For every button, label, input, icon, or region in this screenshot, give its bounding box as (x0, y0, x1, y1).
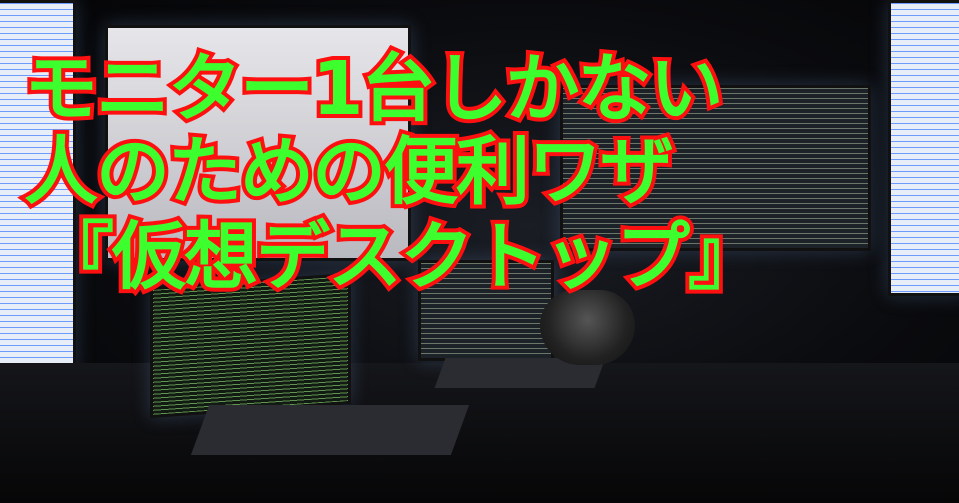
headline-line-2: 人のための便利ワザ (20, 129, 678, 215)
right-monitor (888, 0, 959, 296)
laptop-keyboard-left (190, 405, 470, 455)
headline-line-3: 『仮想デスクトップ』 (36, 214, 766, 300)
mask-object (540, 290, 635, 365)
headline-line-1: モニター1台しかない (20, 46, 727, 132)
